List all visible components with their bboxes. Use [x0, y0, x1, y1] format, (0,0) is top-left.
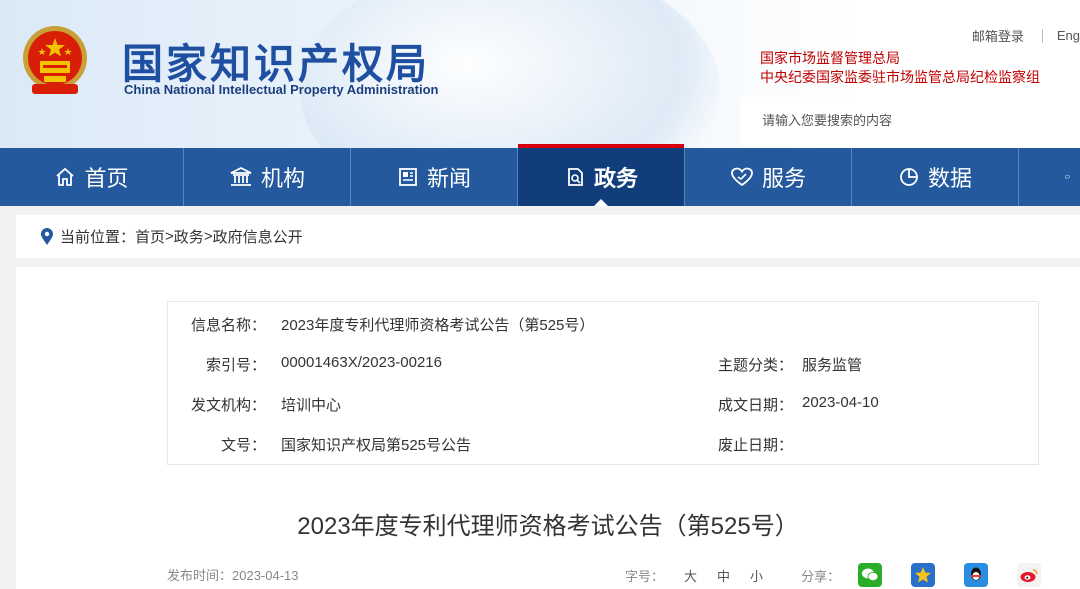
- info-issuer-value: 培训中心: [281, 397, 342, 414]
- info-date-value: 2023-04-10: [802, 394, 879, 411]
- service-icon: [731, 167, 753, 187]
- nav-item-news[interactable]: 新闻: [351, 148, 518, 206]
- mail-login-link[interactable]: 邮箱登录: [972, 26, 1024, 45]
- main-nav: 首页 机构 新闻 政务 服务 数据: [0, 144, 1080, 206]
- info-row-docno: 文号： 国家知识产权局第525号公告 废止日期：: [168, 434, 1038, 454]
- info-date-label: 成文日期：: [717, 397, 793, 414]
- location-pin-icon: [41, 227, 53, 245]
- publish-label: 发布时间：: [167, 568, 233, 583]
- english-link[interactable]: Eng: [1057, 28, 1080, 43]
- breadcrumb-gov-info-disclosure[interactable]: 政府信息公开: [213, 226, 303, 247]
- breadcrumb-separator: >: [165, 228, 174, 245]
- discipline-inspection-link[interactable]: 中央纪委国家监委驻市场监管总局纪检监察组: [760, 68, 1040, 87]
- nav-item-home[interactable]: 首页: [0, 148, 184, 206]
- article-content: 信息名称： 2023年度专利代理师资格考试公告（第525号） 索引号： 0000…: [16, 267, 1080, 589]
- home-icon: [56, 167, 75, 186]
- breadcrumb-prefix: 当前位置：: [60, 229, 136, 246]
- article-tools: 字号： 大 中 小 分享：: [625, 563, 1042, 587]
- national-emblem-logo[interactable]: [20, 24, 90, 98]
- nav-item-service[interactable]: 服务: [685, 148, 852, 206]
- nav-item-label: 服务: [761, 166, 806, 191]
- nav-item-more[interactable]: [1019, 148, 1078, 206]
- nav-item-label: 数据: [927, 166, 972, 191]
- info-topic-value: 服务监管: [802, 357, 863, 374]
- interaction-icon: [1065, 175, 1070, 180]
- institution-icon: [230, 166, 252, 186]
- info-docno-value: 国家知识产权局第525号公告: [281, 437, 472, 454]
- publish-meta: 发布时间：2023-04-13: [167, 565, 299, 584]
- info-docno-label: 文号：: [220, 437, 266, 454]
- data-pie-icon: [900, 168, 918, 186]
- site-title-cn[interactable]: 国家知识产权局: [122, 30, 430, 90]
- search-box: [740, 97, 1080, 145]
- nav-item-label: 首页: [84, 166, 129, 191]
- breadcrumb-home[interactable]: 首页: [135, 226, 165, 247]
- font-size-medium[interactable]: 中: [717, 566, 730, 585]
- info-name-label: 信息名称：: [190, 317, 266, 334]
- nav-item-government-affairs[interactable]: 政务: [518, 144, 685, 206]
- news-icon: [399, 168, 417, 186]
- nav-item-label: 机构: [260, 166, 305, 191]
- breadcrumb-government-affairs[interactable]: 政务: [174, 226, 204, 247]
- font-size-large[interactable]: 大: [684, 566, 697, 585]
- info-issuer-label: 发文机构：: [190, 397, 266, 414]
- font-size-small[interactable]: 小: [750, 566, 763, 585]
- info-index-value: 00001463X/2023-00216: [281, 354, 442, 371]
- article-title: 2023年度专利代理师资格考试公告（第525号）: [297, 513, 799, 540]
- site-title-en: China National Intellectual Property Adm…: [124, 82, 439, 97]
- weibo-share-icon[interactable]: [1017, 563, 1042, 587]
- info-name-value: 2023年度专利代理师资格考试公告（第525号）: [281, 317, 595, 334]
- search-input[interactable]: [760, 112, 1064, 129]
- qq-share-icon[interactable]: [964, 563, 989, 587]
- nav-item-label: 新闻: [426, 166, 471, 191]
- wechat-share-icon[interactable]: [858, 563, 883, 587]
- top-links: 邮箱登录 Eng: [972, 26, 1080, 45]
- font-size-label: 字号：: [625, 568, 665, 584]
- samr-link[interactable]: 国家市场监督管理总局: [760, 49, 1040, 68]
- info-topic-label: 主题分类：: [717, 357, 793, 374]
- site-header: 国家知识产权局 China National Intellectual Prop…: [0, 0, 1080, 148]
- nav-item-data[interactable]: 数据: [852, 148, 1019, 206]
- share-label: 分享：: [801, 568, 841, 584]
- info-row-name: 信息名称： 2023年度专利代理师资格考试公告（第525号）: [168, 314, 1038, 334]
- info-expiry-label: 废止日期：: [717, 437, 793, 454]
- government-affairs-icon: [568, 168, 583, 186]
- info-row-index: 索引号： 00001463X/2023-00216 主题分类： 服务监管: [168, 354, 1038, 374]
- publish-date: 2023-04-13: [232, 568, 299, 583]
- top-links-divider: [1041, 28, 1043, 43]
- qzone-share-icon[interactable]: [911, 563, 936, 587]
- breadcrumb-separator: >: [203, 228, 213, 245]
- document-info-table: 信息名称： 2023年度专利代理师资格考试公告（第525号） 索引号： 0000…: [167, 301, 1039, 465]
- related-links: 国家市场监督管理总局 中央纪委国家监委驻市场监管总局纪检监察组: [760, 49, 1040, 87]
- nav-item-institution[interactable]: 机构: [184, 148, 351, 206]
- info-index-label: 索引号：: [205, 357, 266, 374]
- info-row-issuer: 发文机构： 培训中心 成文日期： 2023-04-10: [168, 394, 1038, 414]
- breadcrumb: 当前位置： 首页 > 政务 > 政府信息公开: [16, 215, 1080, 258]
- nav-item-label: 政务: [593, 166, 638, 191]
